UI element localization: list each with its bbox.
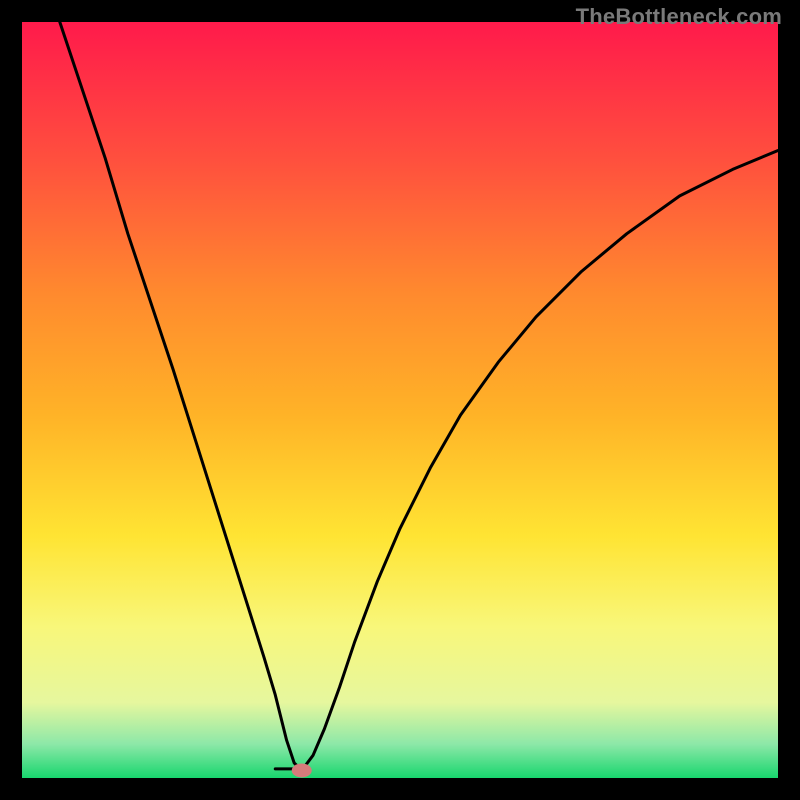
frame-border [0,778,800,800]
frame-border [778,0,800,800]
frame-border [0,0,22,800]
plot-background [22,22,778,778]
min-point-marker [292,763,312,777]
bottleneck-chart [0,0,800,800]
chart-container: TheBottleneck.com [0,0,800,800]
watermark-label: TheBottleneck.com [576,4,782,30]
